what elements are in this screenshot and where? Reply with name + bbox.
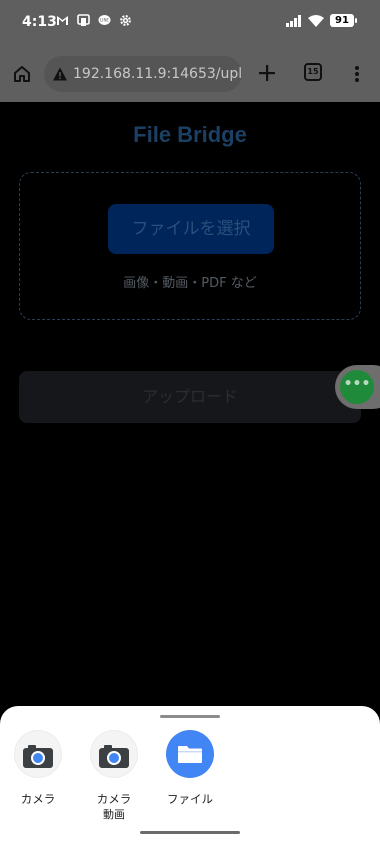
floating-assistant-bubble[interactable]: ••• [335,365,380,409]
chooser-option-camera-video[interactable]: カメラ 動画 [82,730,146,822]
new-tab-plus-icon[interactable] [256,62,278,84]
chooser-option-camera[interactable]: カメラ [6,730,70,807]
battery-icon: 91 [330,14,357,27]
not-secure-warning-icon[interactable] [52,66,68,82]
file-chooser-sheet: カメラ カメラ 動画 ファイル [0,706,380,844]
file-dropzone[interactable]: ファイルを選択 画像・動画・PDF など [19,172,361,320]
wifi-icon [308,14,324,27]
tab-switcher-button[interactable]: 15 [304,63,322,81]
url-text[interactable]: 192.168.11.9:14653/upload [73,66,242,82]
camera-icon[interactable] [14,730,62,778]
home-icon[interactable] [12,64,32,84]
more-menu-icon[interactable] [352,64,362,84]
chooser-option-label: ファイル [167,792,213,806]
chooser-option-label: カメラ [20,792,56,806]
folder-icon[interactable] [166,730,214,778]
status-bar: 4:13 LINE 91 [0,0,380,46]
chooser-option-label: カメラ [96,792,132,806]
page-title: File Bridge [133,122,247,147]
select-file-button[interactable]: ファイルを選択 [108,204,274,254]
signal-icon [286,14,301,27]
settings-gear-icon [120,15,131,26]
upload-button[interactable]: アップロード [19,371,361,423]
camera-icon[interactable] [90,730,138,778]
gesture-nav-bar[interactable] [140,831,240,834]
system-icons: 91 [286,14,357,27]
file-type-hint: 画像・動画・PDF など [123,276,257,291]
gmail-icon [57,16,68,25]
status-time: 4:13 [22,14,57,30]
browser-toolbar: 192.168.11.9:14653/upload 15 [0,46,380,102]
chooser-option-files[interactable]: ファイル [158,730,222,807]
address-bar[interactable]: 192.168.11.9:14653/upload [44,56,242,92]
line-icon: LINE [98,15,111,25]
notification-icons: LINE [56,14,132,27]
svg-text:LINE: LINE [100,18,109,23]
cast-icon [77,14,90,26]
sheet-drag-handle[interactable] [160,715,220,718]
more-dots-icon[interactable]: ••• [340,370,374,404]
chooser-option-sublabel: 動画 [103,808,125,821]
